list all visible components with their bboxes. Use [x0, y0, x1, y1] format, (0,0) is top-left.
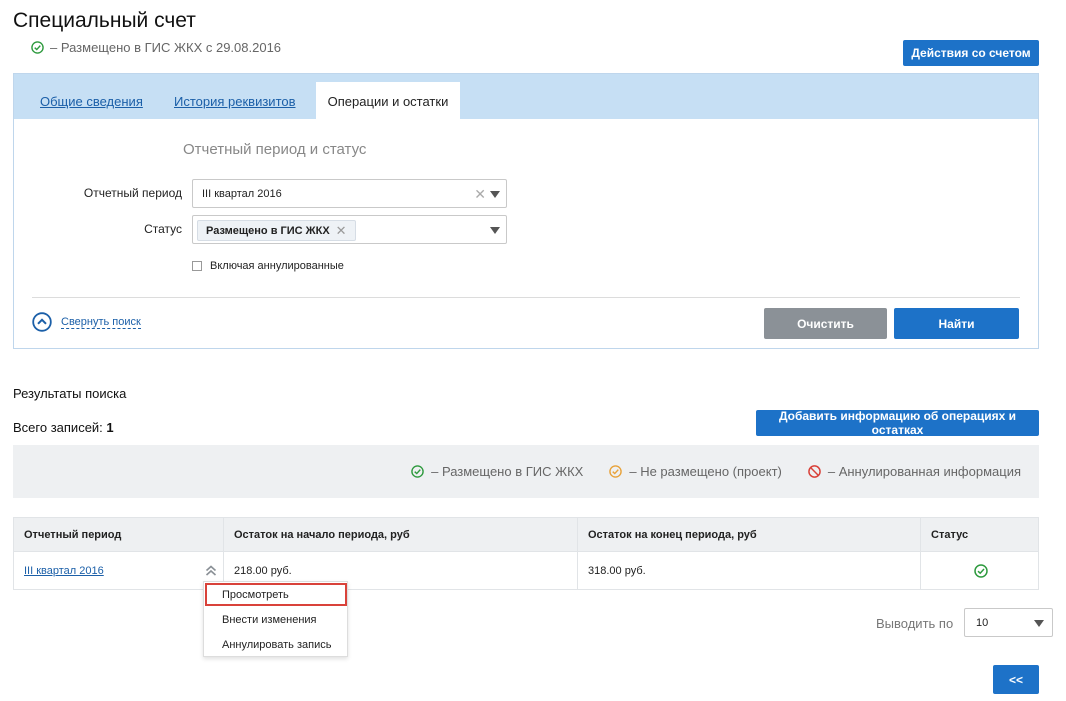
prohibited-icon [808, 465, 821, 478]
legend-placed-label: – Размещено в ГИС ЖКХ [431, 464, 584, 479]
legend-cancelled: – Аннулированная информация [808, 464, 1021, 479]
include-cancelled-checkbox[interactable] [192, 261, 202, 271]
status-chip-label: Размещено в ГИС ЖКХ [206, 224, 330, 237]
period-label: Отчетный период [83, 186, 182, 200]
prev-page-button[interactable]: << [993, 665, 1039, 694]
page-size-label: Выводить по [876, 616, 954, 631]
total-records: Всего записей: 1 [13, 420, 114, 435]
check-circle-icon [31, 41, 44, 54]
period-select[interactable]: III квартал 2016 ✕ [192, 179, 507, 208]
column-header: Отчетный период [13, 517, 224, 552]
account-actions-button[interactable]: Действия со счетом [903, 40, 1039, 66]
status-chip: Размещено в ГИС ЖКХ ✕ [197, 220, 356, 241]
results-title: Результаты поиска [13, 386, 127, 401]
section-title: Отчетный период и статус [183, 141, 367, 158]
tab-requisites-history[interactable]: История реквизитов [174, 94, 296, 109]
legend-placed: – Размещено в ГИС ЖКХ [411, 464, 583, 479]
status-select[interactable]: Размещено в ГИС ЖКХ ✕ [192, 215, 507, 244]
include-cancelled-row[interactable]: Включая аннулированные [192, 260, 344, 272]
table-row: III квартал 2016 218.00 руб. 318.00 руб. [13, 551, 1039, 590]
menu-item-edit[interactable]: Внести изменения [222, 614, 317, 626]
column-header: Остаток на конец периода, руб [577, 517, 921, 552]
legend-cancelled-label: – Аннулированная информация [827, 464, 1021, 479]
dropdown-arrow-icon[interactable] [1034, 620, 1044, 627]
account-status-text: – Размещено в ГИС ЖКХ с 29.08.2016 [50, 40, 282, 55]
add-operations-button[interactable]: Добавить информацию об операциях и остат… [756, 409, 1039, 437]
include-cancelled-label: Включая аннулированные [210, 260, 344, 272]
period-link[interactable]: III квартал 2016 [24, 565, 104, 577]
chip-remove-icon[interactable]: ✕ [336, 223, 347, 239]
page-size-select[interactable]: 10 [964, 608, 1053, 637]
clear-button[interactable]: Очистить [764, 308, 887, 339]
period-select-value: III квартал 2016 [202, 188, 282, 200]
tab-general-info[interactable]: Общие сведения [40, 94, 143, 109]
column-header: Остаток на начало периода, руб [223, 517, 578, 552]
period-cell: III квартал 2016 [13, 551, 224, 590]
status-cell [920, 551, 1039, 590]
search-panel: Общие сведения История реквизитов Операц… [13, 73, 1039, 349]
page-title: Специальный счет [13, 9, 196, 32]
dropdown-arrow-icon[interactable] [490, 227, 500, 234]
status-label: Статус [144, 222, 182, 236]
account-status: – Размещено в ГИС ЖКХ с 29.08.2016 [31, 40, 281, 55]
tab-operations-balances[interactable]: Операции и остатки [316, 82, 460, 120]
menu-item-cancel[interactable]: Аннулировать запись [222, 639, 331, 651]
divider [32, 297, 1020, 298]
results-table: Отчетный период Остаток на начало период… [13, 517, 1039, 590]
check-circle-icon [973, 563, 988, 578]
collapse-search[interactable]: Свернуть поиск [32, 312, 141, 332]
table-header-row: Отчетный период Остаток на начало период… [13, 517, 1039, 552]
check-circle-icon [411, 465, 424, 478]
status-legend: – Размещено в ГИС ЖКХ – Не размещено (пр… [13, 445, 1039, 498]
legend-not-placed: – Не размещено (проект) [609, 464, 782, 479]
double-chevron-up-icon[interactable] [204, 564, 218, 578]
end-balance-cell: 318.00 руб. [577, 551, 921, 590]
tab-bar: Общие сведения История реквизитов Операц… [14, 74, 1038, 120]
dropdown-arrow-icon[interactable] [490, 191, 500, 198]
clear-icon[interactable]: ✕ [474, 186, 486, 203]
menu-item-view[interactable]: Просмотреть [222, 589, 289, 601]
find-button[interactable]: Найти [894, 308, 1019, 339]
total-label: Всего записей: [13, 420, 103, 435]
column-header: Статус [920, 517, 1039, 552]
check-circle-draft-icon [609, 465, 623, 478]
total-count: 1 [106, 420, 114, 435]
collapse-search-link[interactable]: Свернуть поиск [61, 316, 141, 329]
page-size-value: 10 [976, 617, 989, 629]
row-actions-menu: Просмотреть Внести изменения Аннулироват… [203, 581, 348, 657]
legend-not-placed-label: – Не размещено (проект) [629, 464, 782, 479]
chevron-up-circle-icon[interactable] [32, 312, 52, 332]
